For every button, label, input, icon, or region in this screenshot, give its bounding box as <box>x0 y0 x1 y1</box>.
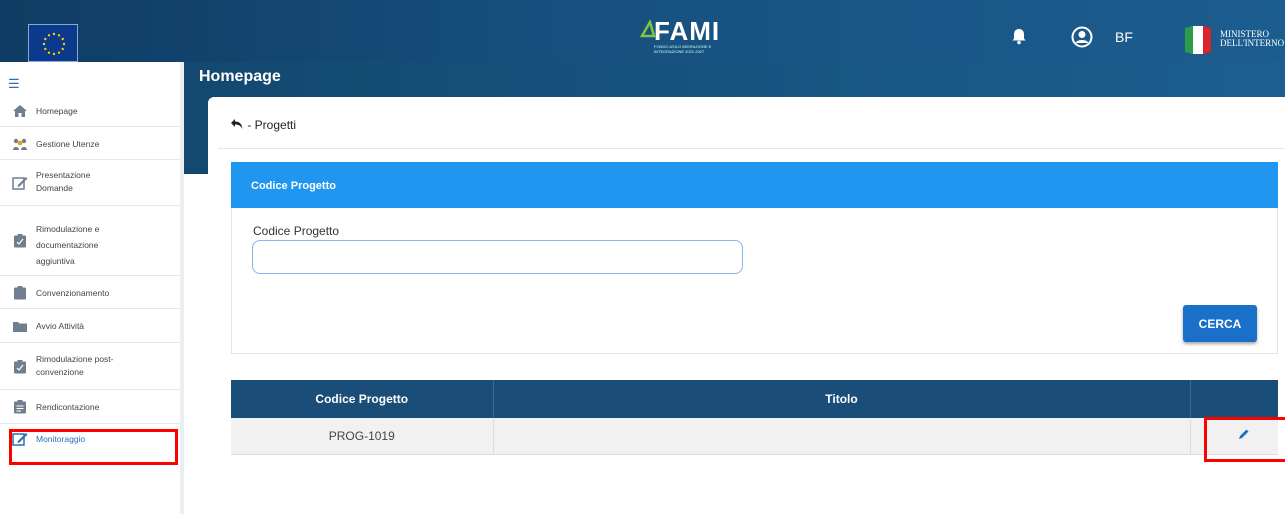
users-icon <box>13 138 27 150</box>
sidebar-item-label: Presentazione Domande <box>36 170 91 193</box>
home-icon <box>13 105 27 117</box>
edit-icon <box>12 177 28 190</box>
table-header-row: Codice Progetto Titolo <box>231 380 1278 418</box>
column-header-actions <box>1190 380 1278 418</box>
user-initials[interactable]: BF <box>1115 29 1133 45</box>
search-panel-header <box>231 162 1278 208</box>
notification-bell-icon[interactable] <box>1010 27 1028 45</box>
sidebar-item-label: Gestione Utenze <box>36 139 100 149</box>
sidebar-item-homepage[interactable]: Homepage <box>0 95 181 127</box>
sidebar-item-label: Avvio Attività <box>36 321 85 331</box>
sidebar-item-label: Rendicontazione <box>36 402 100 412</box>
fami-logo-title: FAMI <box>654 16 721 46</box>
folder-icon <box>13 322 27 332</box>
ministry-name: MINISTERO DELL'INTERNO <box>1220 30 1284 48</box>
sidebar-item-label: Homepage <box>36 106 78 116</box>
fami-logo: FAMI FONDO ASILO MIGRAZIONE E INTEGRAZIO… <box>640 16 730 58</box>
breadcrumb-current: - Progetti <box>247 118 297 132</box>
user-avatar-icon[interactable] <box>1071 26 1093 48</box>
breadcrumb: - Progetti <box>230 118 296 132</box>
ministry-emblem-icon <box>1183 24 1213 56</box>
search-panel-title: Codice Progetto <box>251 180 336 192</box>
ministry-name-line2: DELL'INTERNO <box>1220 38 1285 48</box>
sidebar-item-convenzionamento[interactable]: Convenzionamento <box>0 276 181 309</box>
column-header-codice-progetto: Codice Progetto <box>231 380 494 418</box>
table-row: PROG-1019 <box>231 418 1278 455</box>
codice-progetto-label: Codice Progetto <box>253 224 340 238</box>
cell-titolo <box>493 418 1191 455</box>
clipboard-icon <box>14 286 26 300</box>
eu-flag-logo <box>28 24 78 62</box>
sidebar-item-label: Rimodulazione post- convenzione <box>36 354 114 377</box>
sidebar-item-rendicontazione[interactable]: Rendicontazione <box>0 390 181 424</box>
sidebar-item-gestione-utenze[interactable]: Gestione Utenze <box>0 127 181 160</box>
sidebar-edge <box>180 62 184 514</box>
sidebar-item-label: Convenzionamento <box>36 288 110 298</box>
codice-progetto-input[interactable] <box>252 240 743 274</box>
highlight-box-monitoraggio <box>9 429 178 465</box>
sidebar-item-presentazione-domande[interactable]: Presentazione Domande <box>0 160 181 206</box>
sidebar-item-label: Rimodulazione e documentazione aggiuntiv… <box>36 224 100 266</box>
menu-toggle-icon[interactable]: ☰ <box>8 76 20 92</box>
page-title: Homepage <box>199 68 281 85</box>
clipboard-icon <box>14 360 26 374</box>
column-header-titolo: Titolo <box>493 380 1191 418</box>
back-arrow-icon[interactable] <box>230 118 244 130</box>
clipboard-icon <box>14 400 26 414</box>
highlight-box-edit-action <box>1204 417 1285 462</box>
clipboard-icon <box>14 234 26 248</box>
divider <box>218 148 1285 149</box>
fami-logo-subtitle: FONDO ASILO MIGRAZIONE E INTEGRAZIONE 20… <box>654 44 712 54</box>
cerca-button[interactable]: CERCA <box>1183 305 1257 342</box>
cell-codice-progetto: PROG-1019 <box>231 418 494 455</box>
results-table: Codice Progetto Titolo PROG-1019 <box>231 380 1278 455</box>
sidebar-item-rimodulazione-post-convenzione[interactable]: Rimodulazione post- convenzione <box>0 343 181 390</box>
sidebar-item-rimodulazione-documentazione[interactable]: Rimodulazione e documentazione aggiuntiv… <box>0 206 181 276</box>
sidebar-item-avvio-attivita[interactable]: Avvio Attività <box>0 309 181 343</box>
